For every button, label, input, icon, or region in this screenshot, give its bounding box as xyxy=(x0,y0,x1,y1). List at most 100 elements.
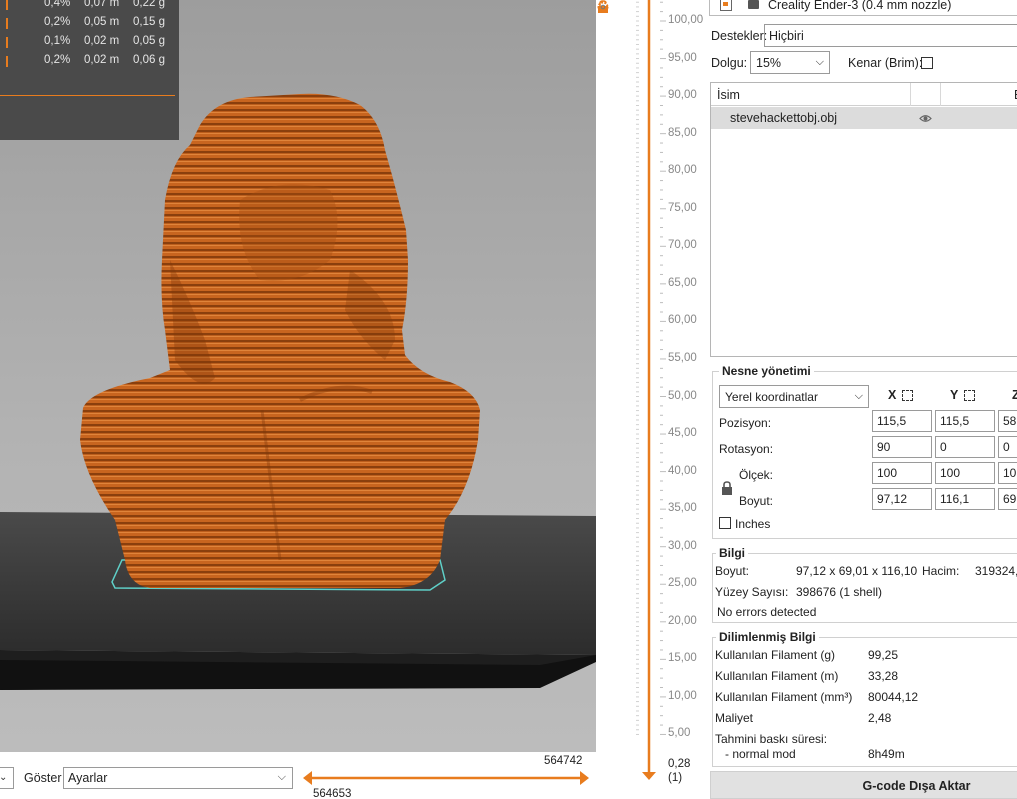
show-dropdown[interactable]: Ayarlar ⌵ xyxy=(63,767,293,789)
move-slider[interactable] xyxy=(303,768,589,788)
infill-label: Dolgu: xyxy=(711,56,748,70)
scale-y-value: 100 xyxy=(940,466,961,480)
cost-value: 2,48 xyxy=(868,711,892,725)
layer-tick-label: 55,00 xyxy=(668,351,697,364)
filament-m-value: 33,28 xyxy=(868,669,899,683)
legend-percent: 0,2% xyxy=(44,16,71,28)
brim-checkbox[interactable] xyxy=(921,57,933,69)
column-name-header[interactable]: İsim xyxy=(717,88,740,102)
info-volume-label: Hacim: xyxy=(922,564,960,578)
size-z-value: 69, xyxy=(1003,492,1017,506)
drop-to-bed-icon[interactable] xyxy=(964,390,975,401)
printer-name: Creality Ender-3 (0.4 mm nozzle) xyxy=(768,0,952,12)
layer-slider-lower-thumb[interactable] xyxy=(642,772,656,780)
chevron-down-icon: ⌵ xyxy=(277,771,286,783)
info-facets-label: Yüzey Sayısı: xyxy=(715,585,789,599)
filament-g-value: 99,25 xyxy=(868,648,899,662)
supports-value: Hiçbiri xyxy=(769,29,804,43)
legend-length: 0,07 m xyxy=(84,0,120,9)
lock-icon xyxy=(748,0,759,9)
drop-to-bed-icon[interactable] xyxy=(902,390,913,401)
rotation-label: Rotasyon: xyxy=(719,442,774,456)
object-row[interactable]: stevehackettobj.obj xyxy=(711,107,1017,129)
object-manipulation-title: Nesne yönetimi xyxy=(719,364,814,378)
scale-x-value: 100 xyxy=(877,466,898,480)
settings-sidebar: Creality Ender-3 (0.4 mm nozzle) Destekl… xyxy=(706,0,1017,799)
size-y-input[interactable]: 116,1 xyxy=(935,488,995,510)
position-x-input[interactable]: 115,5 xyxy=(872,410,932,432)
layer-tick-label: 35,00 xyxy=(668,502,697,515)
move-slider-start-thumb[interactable] xyxy=(303,771,312,785)
inches-checkbox[interactable] xyxy=(719,517,731,529)
normal-mode-value: 8h49m xyxy=(868,747,905,761)
rotation-z-input[interactable]: 0 xyxy=(998,436,1017,458)
lock-icon[interactable] xyxy=(721,481,733,495)
position-y-value: 115,5 xyxy=(940,414,970,428)
cost-label: Maliyet xyxy=(715,711,754,725)
move-slider-end-thumb[interactable] xyxy=(580,771,589,785)
layer-tick-label: 80,00 xyxy=(668,164,697,177)
eye-icon[interactable] xyxy=(919,112,932,125)
scale-label: Ölçek: xyxy=(739,468,774,482)
view-type-dropdown[interactable]: ⌄ xyxy=(0,767,14,789)
scale-z-input[interactable]: 10 xyxy=(998,462,1017,484)
scale-y-input[interactable]: 100 xyxy=(935,462,995,484)
legend-weight: 0,05 g xyxy=(133,35,165,47)
printer-edit-icon[interactable] xyxy=(720,0,732,11)
coordinate-system-dropdown[interactable]: Yerel koordinatlar ⌵ xyxy=(719,385,869,408)
rotation-y-input[interactable]: 0 xyxy=(935,436,995,458)
infill-dropdown[interactable]: 15% ⌵ xyxy=(750,51,830,74)
sliced-info-title: Dilimlenmiş Bilgi xyxy=(716,630,819,644)
layer-tick-label: 30,00 xyxy=(668,539,697,552)
bottom-toolbar: ⌄ Göster Ayarlar ⌵ 564742 564653 xyxy=(0,752,640,799)
inches-label: Inches xyxy=(735,517,771,531)
object-list[interactable]: İsim E stevehackettobj.obj xyxy=(710,82,1017,357)
supports-label: Destekler: xyxy=(711,29,768,43)
legend-length: 0,02 m xyxy=(84,54,120,66)
slicer-window: 0,4% 0,07 m 0,22 g 0,2% 0,05 m 0,15 g 0,… xyxy=(0,0,1017,799)
legend-percent: 0,2% xyxy=(44,54,71,66)
printer-selector[interactable]: Creality Ender-3 (0.4 mm nozzle) xyxy=(709,0,1017,16)
export-gcode-label: G-code Dışa Aktar xyxy=(862,779,971,793)
normal-mode-label: - normal mod xyxy=(725,747,796,761)
legend-row: 0,2% 0,05 m 0,15 g xyxy=(0,15,179,33)
size-x-input[interactable]: 97,12 xyxy=(872,488,932,510)
position-y-input[interactable]: 115,5 xyxy=(935,410,995,432)
legend-row: 0,4% 0,07 m 0,22 g xyxy=(0,0,179,14)
axis-z-label: Z xyxy=(1012,388,1017,402)
info-facets-value: 398676 (1 shell) xyxy=(796,585,883,599)
layer-tick-label: 90,00 xyxy=(668,89,697,102)
legend-weight: 0,15 g xyxy=(133,16,165,28)
supports-dropdown[interactable]: Hiçbiri xyxy=(764,24,1017,47)
export-gcode-button[interactable]: G-code Dışa Aktar xyxy=(710,771,1017,799)
scale-x-input[interactable]: 100 xyxy=(872,462,932,484)
object-list-header: İsim E xyxy=(711,83,1017,106)
layer-tick-label: 15,00 xyxy=(668,652,697,665)
column-divider xyxy=(910,83,911,106)
layer-tick-label: 25,00 xyxy=(668,577,697,590)
size-z-input[interactable]: 69, xyxy=(998,488,1017,510)
layer-tick-label: 5,00 xyxy=(668,727,691,740)
layer-tick-label: 95,00 xyxy=(668,51,697,64)
chevron-down-icon: ⌵ xyxy=(815,56,824,68)
legend-percent: 0,4% xyxy=(44,0,71,9)
column-divider xyxy=(940,83,941,106)
infill-value: 15% xyxy=(756,56,782,70)
position-z-value: 58, xyxy=(1003,414,1017,428)
rotation-x-input[interactable]: 90 xyxy=(872,436,932,458)
legend-color-bar xyxy=(6,37,8,48)
layer-tick-label: 20,00 xyxy=(668,614,697,627)
size-y-value: 116,1 xyxy=(940,492,970,506)
layer-slider[interactable]: 100,00 95,00 90,00 85,00 80,00 75,00 70,00 65,0… xyxy=(596,0,706,799)
rotation-y-value: 0 xyxy=(940,440,947,454)
legend-divider xyxy=(0,95,175,96)
position-label: Pozisyon: xyxy=(719,416,772,430)
gear-icon[interactable] xyxy=(596,0,610,14)
layer-tick-label: 10,00 xyxy=(668,689,697,702)
rotation-x-value: 90 xyxy=(877,440,891,454)
legend-color-bar xyxy=(6,0,8,10)
position-z-input[interactable]: 58, xyxy=(998,410,1017,432)
3d-viewport[interactable]: 0,4% 0,07 m 0,22 g 0,2% 0,05 m 0,15 g 0,… xyxy=(0,0,596,752)
legend-length: 0,05 m xyxy=(84,16,120,28)
sliced-model[interactable] xyxy=(80,93,480,588)
